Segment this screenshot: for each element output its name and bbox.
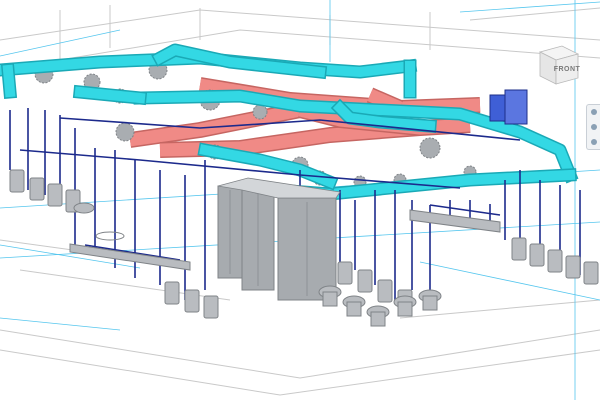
flex-duct[interactable] xyxy=(419,137,441,159)
urinal[interactable] xyxy=(203,295,219,319)
steering-wheel-icon[interactable] xyxy=(591,109,597,116)
urinal[interactable] xyxy=(184,289,200,313)
urinal[interactable] xyxy=(565,255,581,279)
supply-duct[interactable] xyxy=(74,86,146,104)
toilet-base[interactable] xyxy=(422,295,438,311)
equipment-cabinets[interactable] xyxy=(217,177,341,301)
view-cube[interactable]: FRONT xyxy=(528,40,588,96)
toilet-base[interactable] xyxy=(397,301,413,317)
grid-line xyxy=(0,317,121,331)
supply-duct[interactable] xyxy=(2,64,16,98)
urinal[interactable] xyxy=(9,169,25,193)
zoom-icon[interactable] xyxy=(591,138,597,145)
urinal[interactable] xyxy=(377,279,393,303)
grid-line xyxy=(459,1,600,13)
urinal[interactable] xyxy=(164,281,180,305)
air-handling-unit[interactable] xyxy=(489,89,528,125)
urinal[interactable] xyxy=(357,269,373,293)
architecture-line xyxy=(0,329,600,379)
urinal[interactable] xyxy=(47,183,63,207)
urinal[interactable] xyxy=(547,249,563,273)
navigation-bar[interactable] xyxy=(586,104,600,150)
flex-duct[interactable] xyxy=(115,122,135,142)
3d-model-viewport[interactable]: FRONT xyxy=(0,0,600,400)
toilet-base[interactable] xyxy=(370,311,386,327)
toilet-bowl[interactable] xyxy=(73,202,95,214)
view-cube-icon: FRONT xyxy=(538,45,581,85)
mep-model-scene[interactable] xyxy=(0,0,600,400)
urinal[interactable] xyxy=(583,261,599,285)
toilet-base[interactable] xyxy=(322,291,338,307)
urinal[interactable] xyxy=(511,237,527,261)
air-handler-cabinet[interactable] xyxy=(504,89,528,125)
toilet-base[interactable] xyxy=(346,301,362,317)
flex-duct[interactable] xyxy=(252,104,268,120)
view-cube-face-label: FRONT xyxy=(554,66,581,73)
pan-icon[interactable] xyxy=(591,123,597,130)
architecture-line xyxy=(0,349,600,396)
floor-drain xyxy=(95,231,125,241)
architecture-line xyxy=(0,9,600,41)
urinal[interactable] xyxy=(29,177,45,201)
urinal[interactable] xyxy=(337,261,353,285)
supply-duct[interactable] xyxy=(199,144,337,189)
urinal[interactable] xyxy=(529,243,545,267)
